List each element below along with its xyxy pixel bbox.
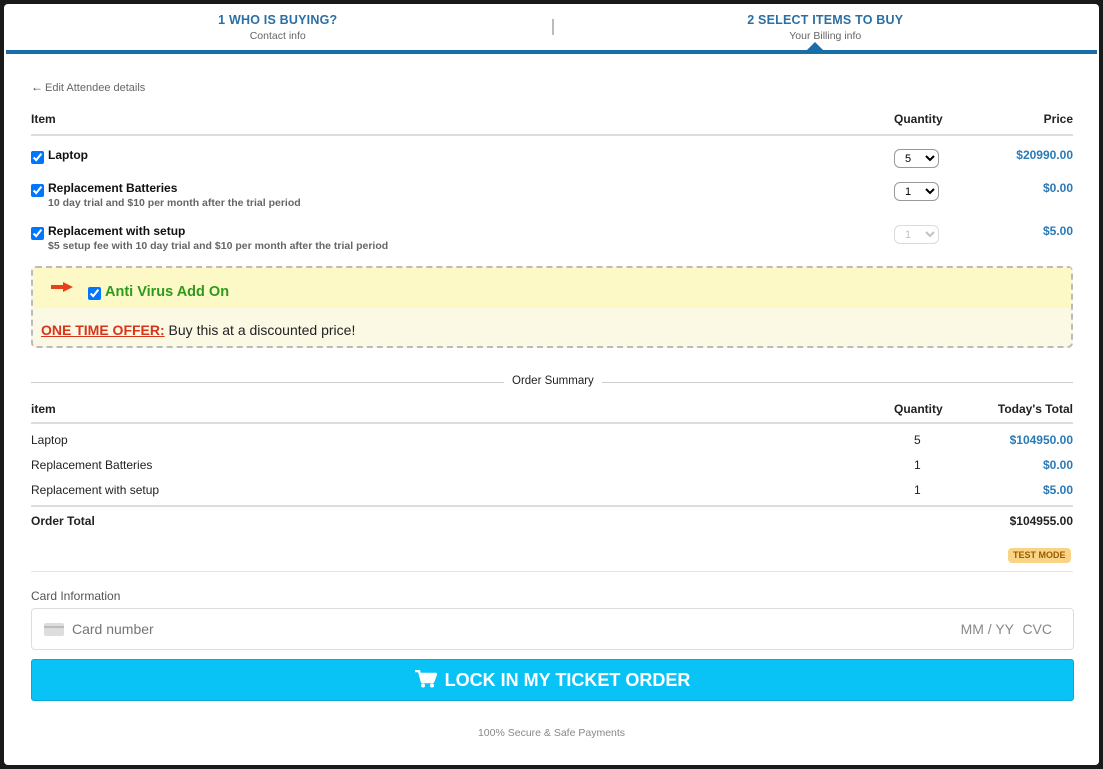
step-title: 2 SELECT ITEMS TO BUY <box>747 13 904 27</box>
item-name: Laptop <box>48 148 88 162</box>
summary-item-name: Replacement Batteries <box>31 458 153 472</box>
arrow-right-icon <box>51 282 73 292</box>
step-progress-bar <box>6 50 1097 54</box>
step-who-is-buying[interactable]: 1 WHO IS BUYING? Contact info <box>4 4 552 54</box>
item-price: $0.00 <box>1042 181 1073 195</box>
offer-checkbox[interactable] <box>88 287 101 300</box>
one-time-offer-label: ONE TIME OFFER: <box>41 322 165 338</box>
offer-description: Buy this at a discounted price! <box>164 322 356 338</box>
item-description: 10 day trial and $10 per month after the… <box>48 197 301 209</box>
card-field[interactable]: MM / YY CVC <box>31 608 1074 650</box>
summary-item-quantity: 1 <box>914 483 921 497</box>
summary-item-quantity: 5 <box>914 433 921 447</box>
offer-title: Anti Virus Add On <box>105 284 230 300</box>
card-number-input[interactable] <box>72 621 672 637</box>
item-price: $5.00 <box>1042 224 1073 238</box>
total-divider <box>31 505 1073 507</box>
order-total-value: $104955.00 <box>1009 514 1073 528</box>
column-header-quantity: Quantity <box>894 402 943 416</box>
step-divider <box>552 19 554 35</box>
secure-payments-note: 100% Secure & Safe Payments <box>477 727 626 739</box>
item-checkbox[interactable] <box>31 151 44 164</box>
order-summary-heading: Order Summary <box>504 375 602 387</box>
step-subtitle: Your Billing info <box>789 30 862 42</box>
item-description: $5 setup fee with 10 day trial and $10 p… <box>48 240 389 252</box>
summary-row: Replacement with setup 1 $5.00 <box>31 483 1073 497</box>
column-header-price: Price <box>1043 112 1073 126</box>
summary-item-total: $5.00 <box>1042 483 1073 497</box>
column-header-item: Item <box>31 112 56 126</box>
items-table-header: Item Quantity Price <box>31 112 1073 136</box>
item-name: Replacement with setup <box>48 224 186 238</box>
quantity-select[interactable]: 5 <box>894 149 939 168</box>
shopping-cart-icon <box>414 670 437 688</box>
item-price: $20990.00 <box>1016 148 1073 162</box>
checkout-panel: 1 WHO IS BUYING? Contact info 2 SELECT I… <box>4 4 1099 765</box>
step-subtitle: Contact info <box>249 30 306 42</box>
column-header-total: Today's Total <box>997 402 1073 416</box>
arrow-left-icon: ← <box>31 80 43 94</box>
column-header-quantity: Quantity <box>894 112 943 126</box>
summary-item-name: Replacement with setup <box>31 483 160 497</box>
step-select-items[interactable]: 2 SELECT ITEMS TO BUY Your Billing info <box>552 4 1100 54</box>
offer-text: ONE TIME OFFER: Buy this at a discounted… <box>41 322 355 338</box>
item-name: Replacement Batteries <box>48 181 178 195</box>
credit-card-icon <box>44 623 64 636</box>
test-mode-badge: TEST MODE <box>1008 548 1071 563</box>
summary-item-total: $104950.00 <box>1009 433 1073 447</box>
summary-table-header: item Quantity Today's Total <box>31 402 1073 424</box>
lock-in-order-label: LOCK IN MY TICKET ORDER <box>444 670 691 690</box>
card-expiry-input[interactable]: MM / YY <box>961 621 1014 637</box>
card-cvc-input[interactable]: CVC <box>1022 621 1052 637</box>
summary-item-quantity: 1 <box>914 458 921 472</box>
step-title: 1 WHO IS BUYING? <box>218 13 338 27</box>
item-checkbox[interactable] <box>31 227 44 240</box>
order-total-label: Order Total <box>31 514 95 528</box>
upsell-offer-box: Anti Virus Add On ONE TIME OFFER: Buy th… <box>31 266 1073 348</box>
summary-item-total: $0.00 <box>1042 458 1073 472</box>
edit-attendee-link[interactable]: ← Edit Attendee details <box>31 80 145 94</box>
order-total-row: Order Total $104955.00 <box>31 514 1073 528</box>
lock-in-order-button[interactable]: LOCK IN MY TICKET ORDER <box>31 659 1074 701</box>
quantity-select[interactable]: 1 <box>894 182 939 201</box>
card-information-label: Card Information <box>31 589 121 603</box>
section-divider <box>31 571 1073 572</box>
column-header-item: item <box>31 402 56 416</box>
summary-item-name: Laptop <box>31 433 68 447</box>
item-checkbox[interactable] <box>31 184 44 197</box>
summary-row: Laptop 5 $104950.00 <box>31 433 1073 447</box>
edit-attendee-label: Edit Attendee details <box>45 82 146 94</box>
summary-row: Replacement Batteries 1 $0.00 <box>31 458 1073 472</box>
quantity-select[interactable]: 1 <box>894 225 939 244</box>
